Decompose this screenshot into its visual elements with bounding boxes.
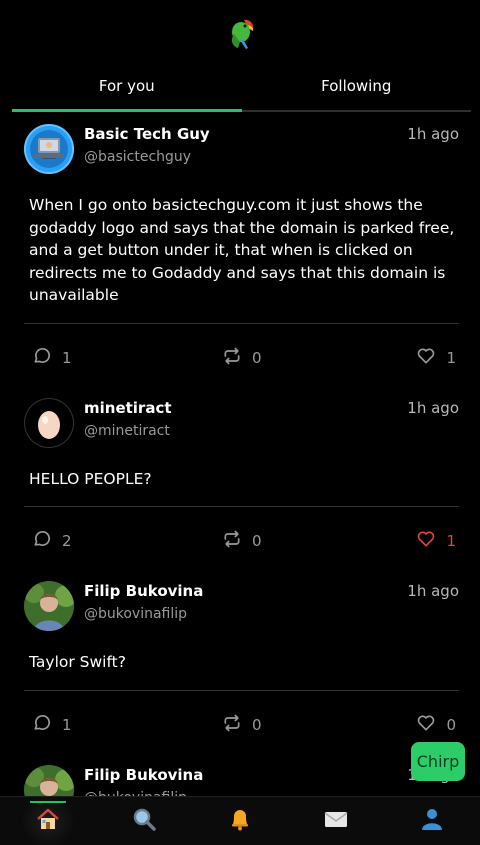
post-time: 1h ago <box>407 125 459 143</box>
nav-home[interactable] <box>18 797 78 845</box>
like-count: 1 <box>446 348 456 367</box>
post-header: Filip Bukovina @bukovinafilip 1h ago <box>24 569 459 639</box>
heart-icon <box>416 346 436 370</box>
comment-count: 1 <box>62 348 72 367</box>
parrot-logo-icon[interactable] <box>226 16 258 50</box>
tab-following-label: Following <box>321 77 392 95</box>
chirp-button-label: Chirp <box>416 752 460 771</box>
rechirp-count: 0 <box>252 348 262 367</box>
bell-icon <box>227 806 253 836</box>
nav-profile[interactable] <box>402 797 462 845</box>
nav-search[interactable] <box>114 797 174 845</box>
post-header: minetiract @minetiract 1h ago <box>24 386 459 456</box>
post-actions: 1 0 1 <box>24 324 459 386</box>
comment-button[interactable]: 1 <box>32 713 72 737</box>
like-button[interactable]: 1 <box>416 346 456 370</box>
rechirp-button[interactable]: 0 <box>222 529 262 553</box>
comment-icon <box>32 713 52 737</box>
comment-icon <box>32 346 52 370</box>
post[interactable]: minetiract @minetiract 1h ago HELLO PEOP… <box>0 386 480 570</box>
author-handle[interactable]: @minetiract <box>84 423 170 439</box>
photo-avatar[interactable] <box>24 581 74 631</box>
rechirp-icon <box>222 713 242 737</box>
bottom-nav <box>0 796 480 845</box>
search-icon <box>131 806 157 836</box>
post-actions: 2 0 1 <box>24 507 459 569</box>
post-text: When I go onto basictechguy.com it just … <box>29 196 455 304</box>
post[interactable]: Filip Bukovina @bukovinafilip 1h ago Tay… <box>0 569 480 753</box>
like-count: 0 <box>446 715 456 734</box>
feed: Basic Tech Guy @basictechguy 1h ago When… <box>0 112 480 823</box>
tab-for-you[interactable]: For you <box>12 62 242 112</box>
post-header: Basic Tech Guy @basictechguy 1h ago <box>24 112 459 182</box>
author-name[interactable]: Filip Bukovina <box>84 582 203 600</box>
heart-icon <box>416 529 436 553</box>
rechirp-button[interactable]: 0 <box>222 346 262 370</box>
profile-icon <box>419 806 445 836</box>
rechirp-button[interactable]: 0 <box>222 713 262 737</box>
rechirp-icon <box>222 346 242 370</box>
author-handle[interactable]: @bukovinafilip <box>84 606 187 622</box>
comment-count: 1 <box>62 715 72 734</box>
chirp-button[interactable]: Chirp <box>411 742 465 781</box>
rechirp-count: 0 <box>252 715 262 734</box>
comment-count: 2 <box>62 532 72 550</box>
author-name[interactable]: Filip Bukovina <box>84 766 203 784</box>
egg-avatar[interactable] <box>24 397 74 448</box>
comment-icon <box>32 529 52 553</box>
mail-icon <box>323 806 349 836</box>
tab-following[interactable]: Following <box>242 62 472 110</box>
rechirp-count: 0 <box>252 532 262 550</box>
post[interactable]: Basic Tech Guy @basictechguy 1h ago When… <box>0 112 480 386</box>
author-name[interactable]: minetiract <box>84 399 172 417</box>
post-time: 1h ago <box>407 582 459 600</box>
post-actions: 1 0 0 <box>24 691 459 753</box>
feed-tabs: For you Following <box>12 62 471 112</box>
rechirp-icon <box>222 529 242 553</box>
like-button[interactable]: 1 <box>416 529 456 553</box>
like-button[interactable]: 0 <box>416 713 456 737</box>
heart-icon <box>416 713 436 737</box>
tab-for-you-label: For you <box>98 77 155 95</box>
home-icon <box>35 806 61 836</box>
laptop-guy-avatar[interactable] <box>24 124 74 174</box>
post-text: Taylor Swift? <box>29 653 126 671</box>
post-time: 1h ago <box>407 398 459 417</box>
comment-button[interactable]: 2 <box>32 529 72 553</box>
nav-notifications[interactable] <box>210 797 270 845</box>
author-handle[interactable]: @basictechguy <box>84 149 191 165</box>
like-count: 1 <box>446 532 456 550</box>
nav-messages[interactable] <box>306 797 366 845</box>
author-name[interactable]: Basic Tech Guy <box>84 125 210 143</box>
comment-button[interactable]: 1 <box>32 346 72 370</box>
post-text: HELLO PEOPLE? <box>29 469 152 488</box>
